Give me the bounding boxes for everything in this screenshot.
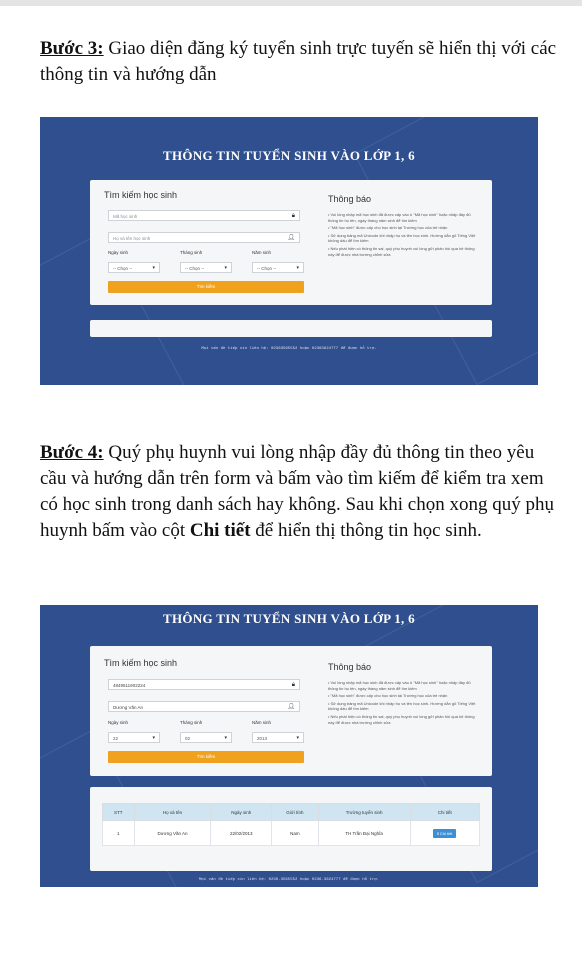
results-table: STT Họ và tên Ngày sinh Giới tính Trường…: [102, 803, 481, 846]
step3-label: Bước 3:: [40, 38, 104, 59]
screen2-notice-heading: Thông báo: [328, 662, 372, 672]
cell-dob: 22/02/2013: [210, 820, 273, 846]
screen2-search-heading: Tìm kiếm học sinh: [104, 658, 178, 668]
col-name: Họ và tên: [133, 803, 212, 821]
screen2-title: THÔNG TIN TUYỂN SINH VÀO LỚP 1, 6: [163, 611, 415, 626]
step3-paragraph: Bước 3: Giao diện đăng ký tuyển sinh trự…: [40, 36, 560, 88]
notice-item: • Nếu phát hiện có thông tin sai, quý ph…: [328, 245, 475, 257]
col-school: Trường tuyển sinh: [317, 803, 411, 821]
lock-icon: 🔒︎: [291, 213, 295, 219]
screen2-name-input[interactable]: Dương Văn An 👤︎: [108, 701, 300, 712]
chevron-down-icon: ▾: [296, 265, 299, 271]
cell-gender: Nam: [271, 820, 319, 846]
col-gender: Giới tính: [271, 803, 319, 821]
user-icon: 👤︎: [287, 235, 295, 241]
cell-stt: 1: [102, 820, 135, 846]
screen1-notice-heading: Thông báo: [328, 194, 372, 204]
col-detail: Chi tiết: [409, 803, 481, 821]
screen2-search-button[interactable]: Tìm kiếm: [108, 751, 304, 763]
screen1-month-select[interactable]: -- Chọn -- ▾: [180, 262, 232, 273]
lock-icon: 🔒︎: [291, 682, 295, 688]
col-stt: STT: [102, 803, 135, 821]
screen1-search-heading: Tìm kiếm học sinh: [104, 190, 178, 200]
detail-button[interactable]: ℹ︎ Chi tiết: [433, 828, 457, 838]
table-header-row: STT Họ và tên Ngày sinh Giới tính Trường…: [102, 803, 481, 821]
screen1-title: THÔNG TIN TUYỂN SINH VÀO LỚP 1, 6: [163, 148, 415, 163]
step4-paragraph: Bước 4: Quý phụ huynh vui lòng nhập đầy …: [40, 440, 560, 544]
cell-name: Dương Văn An: [133, 820, 212, 846]
screen2-student-id-input[interactable]: 4849511902224 🔒︎: [108, 679, 300, 690]
step3-text: Giao diện đăng ký tuyển sinh trực tuyến …: [40, 38, 557, 85]
screen2-month-label: Tháng sinh: [180, 720, 203, 725]
notice-item: • "Mã học sinh" được cấp cho học sinh tạ…: [328, 693, 448, 699]
notice-item: • "Mã học sinh" được cấp cho học sinh tạ…: [328, 225, 448, 231]
notice-item: • Vui lòng nhập mã học sinh đã được cấp …: [328, 680, 471, 691]
info-icon: ℹ︎: [437, 830, 439, 836]
step4-label: Bước 4:: [40, 442, 104, 463]
screen1-search-panel: Tìm kiếm học sinh Mã học sinh 🔒︎ Họ và tê…: [90, 180, 492, 305]
screen1-student-id-input[interactable]: Mã học sinh 🔒︎: [108, 210, 300, 221]
screen2-notice-list: • Vui lòng nhập mã học sinh đã được cấp …: [328, 680, 478, 727]
user-icon: 👤︎: [287, 704, 295, 710]
chevron-down-icon: ▾: [224, 735, 227, 741]
col-dob: Ngày sinh: [210, 803, 273, 821]
screen2-day-label: Ngày sinh: [108, 720, 129, 725]
cell-school: TH Trần Đại Nghĩa: [317, 820, 411, 846]
screen1-year-label: Năm sinh: [252, 250, 272, 255]
screen2-footer: Mọi vấn đề tiếp xin liên hệ: 0236.356555…: [198, 878, 380, 882]
chevron-down-icon: ▾: [296, 735, 299, 741]
screen1-search-button[interactable]: Tìm kiếm: [108, 281, 304, 293]
screen1-month-label: Tháng sinh: [180, 250, 203, 255]
screenshot-search-form: THÔNG TIN TUYỂN SINH VÀO LỚP 1, 6 Tìm ki…: [40, 117, 538, 385]
notice-item: • Sử dụng bảng mã Unicode khi nhập họ và…: [328, 700, 476, 712]
chevron-down-icon: ▾: [152, 735, 155, 741]
screen1-footer: Mọi vấn đề tiếp xin liên hệ: 02363565552…: [201, 347, 377, 351]
notice-item: • Nếu phát hiện có thông tin sai, quý ph…: [328, 713, 475, 725]
screen1-name-input[interactable]: Họ và tên học sinh 👤︎: [108, 232, 300, 243]
screen2-results-panel: STT Họ và tên Ngày sinh Giới tính Trường…: [90, 787, 492, 871]
screen1-year-select[interactable]: -- Chọn -- ▾: [252, 262, 304, 273]
notice-item: • Vui lòng nhập mã học sinh đã được cấp …: [328, 212, 471, 223]
screen1-day-select[interactable]: -- Chọn -- ▾: [108, 262, 160, 273]
screen2-year-label: Năm sinh: [252, 720, 272, 725]
screen2-year-select[interactable]: 2013 ▾: [252, 732, 304, 743]
chevron-down-icon: ▾: [224, 265, 227, 271]
cell-detail: ℹ︎ Chi tiết: [409, 820, 481, 846]
screen1-day-label: Ngày sinh: [108, 250, 129, 255]
screenshot-search-results: THÔNG TIN TUYỂN SINH VÀO LỚP 1, 6 Tìm ki…: [40, 605, 538, 887]
step4-bold: Chi tiết: [189, 520, 251, 541]
notice-item: • Sử dụng bảng mã Unicode khi nhập họ và…: [328, 232, 476, 244]
screen2-day-select[interactable]: 22 ▾: [108, 732, 160, 743]
step4-text-b: để hiển thị thông tin học sinh.: [250, 520, 482, 541]
screen1-results-panel: [90, 320, 492, 337]
table-row: 1 Dương Văn An 22/02/2013 Nam TH Trần Đạ…: [102, 820, 481, 846]
page-top-border: [0, 0, 582, 6]
screen2-month-select[interactable]: 02 ▾: [180, 732, 232, 743]
chevron-down-icon: ▾: [152, 265, 155, 271]
screen2-search-panel: Tìm kiếm học sinh 4849511902224 🔒︎ Dương …: [90, 646, 492, 776]
screen1-notice-list: • Vui lòng nhập mã học sinh đã được cấp …: [328, 212, 478, 259]
